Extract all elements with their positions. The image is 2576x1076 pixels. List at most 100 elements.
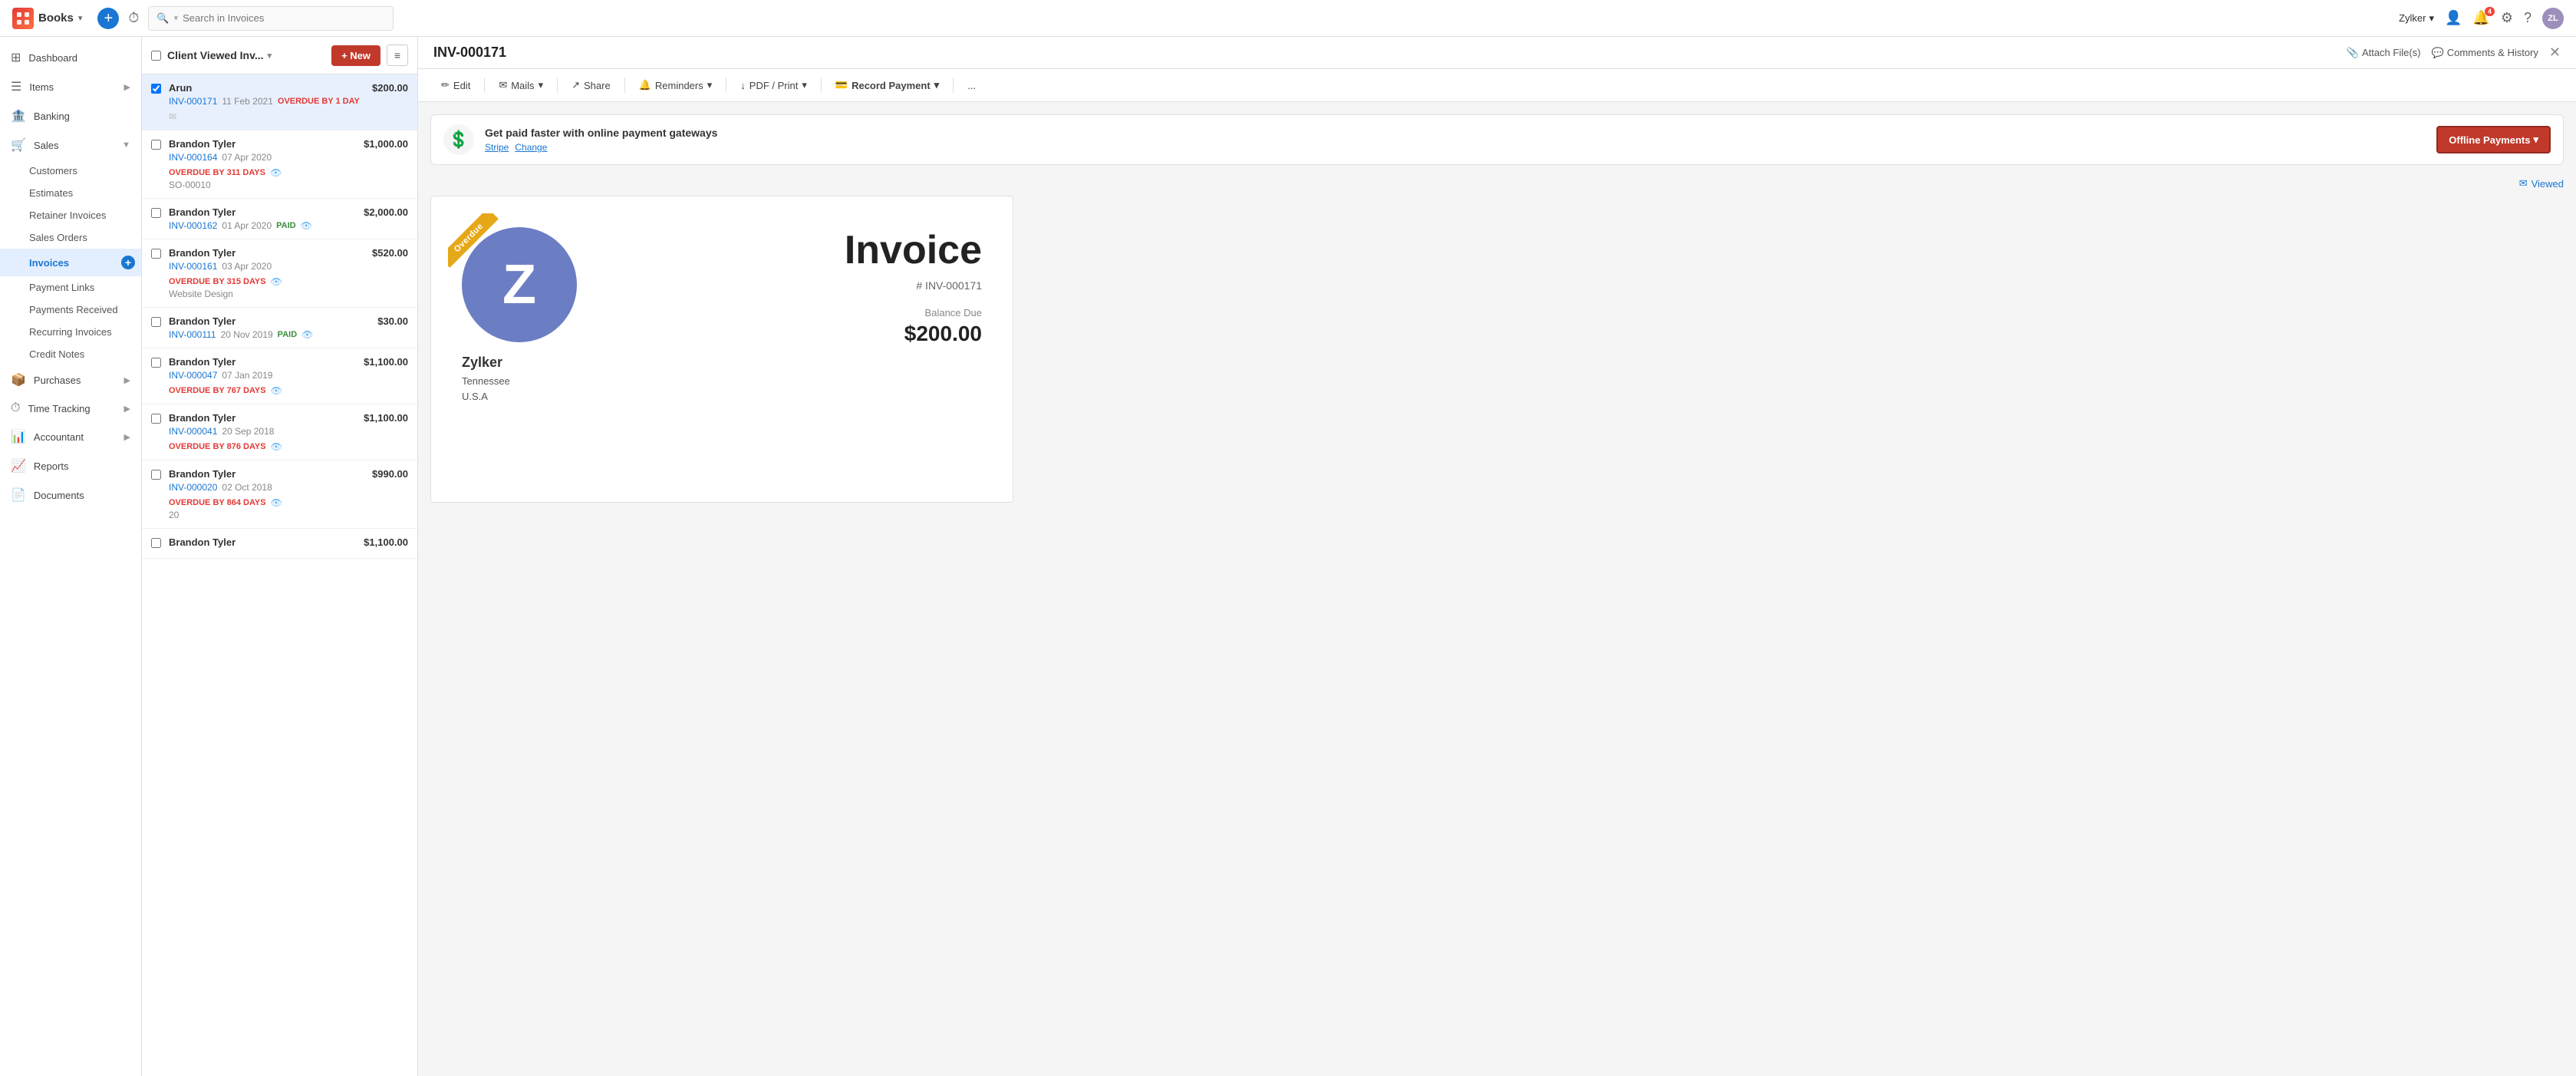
more-options-button[interactable]: ... [960, 76, 983, 95]
sidebar-item-time-tracking[interactable]: ⏱ Time Tracking ▶ [0, 394, 141, 422]
sidebar-item-purchases[interactable]: 📦 Purchases ▶ [0, 365, 141, 394]
attach-files-button[interactable]: 📎 Attach File(s) [2347, 47, 2421, 59]
invoice-amount: $30.00 [377, 315, 408, 327]
notifications-icon[interactable]: 🔔 4 [2472, 10, 2489, 26]
sidebar-item-banking[interactable]: 🏦 Banking [0, 101, 141, 130]
history-icon[interactable]: ⏱ [128, 10, 139, 26]
row-checkbox[interactable] [151, 208, 161, 218]
table-row[interactable]: Brandon Tyler INV-000161 03 Apr 2020 OVE… [142, 239, 417, 308]
detail-body: 💲 Get paid faster with online payment ga… [418, 102, 2576, 1076]
invoice-customer-name: Brandon Tyler [169, 315, 370, 327]
invoice-status: PAID [276, 221, 295, 230]
contacts-icon[interactable]: 👤 [2445, 10, 2462, 26]
invoice-number-link[interactable]: INV-000162 [169, 220, 217, 231]
table-row[interactable]: Arun INV-000171 11 Feb 2021 OVERDUE BY 1… [142, 74, 417, 130]
sidebar-label-documents: Documents [34, 490, 84, 501]
row-checkbox[interactable] [151, 414, 161, 424]
user-menu[interactable]: Zylker ▾ [2399, 12, 2434, 25]
global-add-button[interactable]: + [97, 8, 119, 29]
sidebar-item-recurring-invoices[interactable]: Recurring Invoices [0, 321, 141, 343]
invoice-status: PAID [278, 330, 297, 339]
invoice-date: 20 Nov 2019 [221, 329, 273, 340]
invoices-add-icon[interactable]: + [121, 256, 135, 269]
main-layout: ⊞ Dashboard ☰ Items ▶ 🏦 Banking 🛒 Sales … [0, 37, 2576, 1076]
app-name: Books [38, 12, 74, 25]
reminders-button[interactable]: 🔔 Reminders ▾ [631, 75, 720, 95]
sidebar-item-retainer-invoices[interactable]: Retainer Invoices [0, 204, 141, 226]
offline-payments-button[interactable]: Offline Payments ▾ [2436, 126, 2551, 153]
logo-area[interactable]: Books ▾ [12, 8, 82, 29]
invoice-amount: $200.00 [372, 82, 408, 94]
search-bar[interactable]: 🔍 ▾ [148, 6, 394, 31]
new-invoice-button[interactable]: + New [331, 45, 380, 66]
row-checkbox[interactable] [151, 470, 161, 480]
sidebar-item-accountant[interactable]: 📊 Accountant ▶ [0, 422, 141, 451]
invoice-date: 07 Apr 2020 [222, 152, 272, 163]
sales-arrow-icon: ▼ [122, 140, 130, 150]
pdf-print-button[interactable]: ↓ PDF / Print ▾ [733, 75, 815, 95]
search-filter-icon[interactable]: ▾ [174, 13, 179, 23]
invoice-number-link[interactable]: INV-000164 [169, 152, 217, 163]
search-input[interactable] [183, 12, 385, 24]
row-checkbox[interactable] [151, 538, 161, 548]
record-payment-button[interactable]: 💳 Record Payment ▾ [828, 75, 947, 95]
sidebar-item-documents[interactable]: 📄 Documents [0, 480, 141, 510]
sidebar-item-sales-orders[interactable]: Sales Orders [0, 226, 141, 249]
close-detail-button[interactable]: ✕ [2549, 45, 2561, 61]
sidebar-item-customers[interactable]: Customers [0, 160, 141, 182]
sidebar-item-estimates[interactable]: Estimates [0, 182, 141, 204]
change-link[interactable]: Change [515, 142, 547, 153]
row-checkbox[interactable] [151, 249, 161, 259]
table-row[interactable]: Brandon Tyler INV-000020 02 Oct 2018 OVE… [142, 460, 417, 529]
edit-icon: ✏ [441, 79, 450, 91]
invoice-number-link[interactable]: INV-000041 [169, 426, 217, 437]
row-checkbox[interactable] [151, 84, 161, 94]
sidebar-item-reports[interactable]: 📈 Reports [0, 451, 141, 480]
mails-button[interactable]: ✉ Mails ▾ [491, 75, 551, 95]
list-filter-button[interactable]: Client Viewed Inv... ▾ [167, 49, 272, 61]
table-row[interactable]: Brandon Tyler INV-000041 20 Sep 2018 OVE… [142, 404, 417, 460]
invoice-inner: Z Zylker Tennessee U.S.A Invoice # INV-0… [462, 227, 982, 404]
row-checkbox-col [151, 412, 161, 426]
avatar[interactable]: ZL [2542, 8, 2564, 29]
sidebar-item-items[interactable]: ☰ Items ▶ [0, 72, 141, 101]
share-button[interactable]: ↗ Share [564, 75, 618, 95]
sidebar-item-sales[interactable]: 🛒 Sales ▼ [0, 130, 141, 160]
row-checkbox-col [151, 206, 161, 220]
table-row[interactable]: Brandon Tyler INV-000111 20 Nov 2019 PAI… [142, 308, 417, 348]
settings-icon[interactable]: ⚙ [2501, 10, 2513, 26]
table-row[interactable]: Brandon Tyler INV-000164 07 Apr 2020 OVE… [142, 130, 417, 199]
sidebar-item-payment-links[interactable]: Payment Links [0, 276, 141, 299]
invoice-meta: INV-000041 20 Sep 2018 OVERDUE BY 876 DA… [169, 426, 356, 452]
table-row[interactable]: Brandon Tyler INV-000047 07 Jan 2019 OVE… [142, 348, 417, 404]
row-checkbox[interactable] [151, 317, 161, 327]
payment-icon: 💲 [443, 124, 474, 155]
table-row[interactable]: Brandon Tyler INV-000162 01 Apr 2020 PAI… [142, 199, 417, 239]
sidebar-item-invoices[interactable]: Invoices + [0, 249, 141, 276]
banking-icon: 🏦 [11, 108, 26, 124]
mails-label: Mails [511, 80, 534, 91]
row-checkbox[interactable] [151, 140, 161, 150]
toolbar-divider [821, 78, 822, 93]
table-row[interactable]: Brandon Tyler $1,100.00 [142, 529, 417, 559]
sidebar-item-dashboard[interactable]: ⊞ Dashboard [0, 43, 141, 72]
comments-history-button[interactable]: 💬 Comments & History [2432, 47, 2538, 59]
invoice-sub: 20 [169, 510, 364, 520]
edit-button[interactable]: ✏ Edit [433, 75, 478, 95]
invoice-number-link[interactable]: INV-000161 [169, 261, 217, 272]
sidebar-label-dashboard: Dashboard [28, 52, 77, 64]
invoice-number-link[interactable]: INV-000111 [169, 329, 216, 340]
help-icon[interactable]: ? [2524, 10, 2532, 26]
list-menu-button[interactable]: ≡ [387, 45, 408, 66]
eye-icon: 👁 [271, 497, 282, 508]
sidebar-item-payments-received[interactable]: Payments Received [0, 299, 141, 321]
detail-invoice-number: INV-000171 [433, 45, 506, 61]
select-all-checkbox[interactable] [151, 51, 161, 61]
invoice-number-link[interactable]: INV-000020 [169, 482, 217, 493]
invoice-number-link[interactable]: INV-000047 [169, 370, 217, 381]
sidebar-item-credit-notes[interactable]: Credit Notes [0, 343, 141, 365]
invoice-customer-name: Arun [169, 82, 364, 94]
row-checkbox[interactable] [151, 358, 161, 368]
invoice-number-link[interactable]: INV-000171 [169, 96, 217, 107]
stripe-link[interactable]: Stripe [485, 142, 509, 153]
